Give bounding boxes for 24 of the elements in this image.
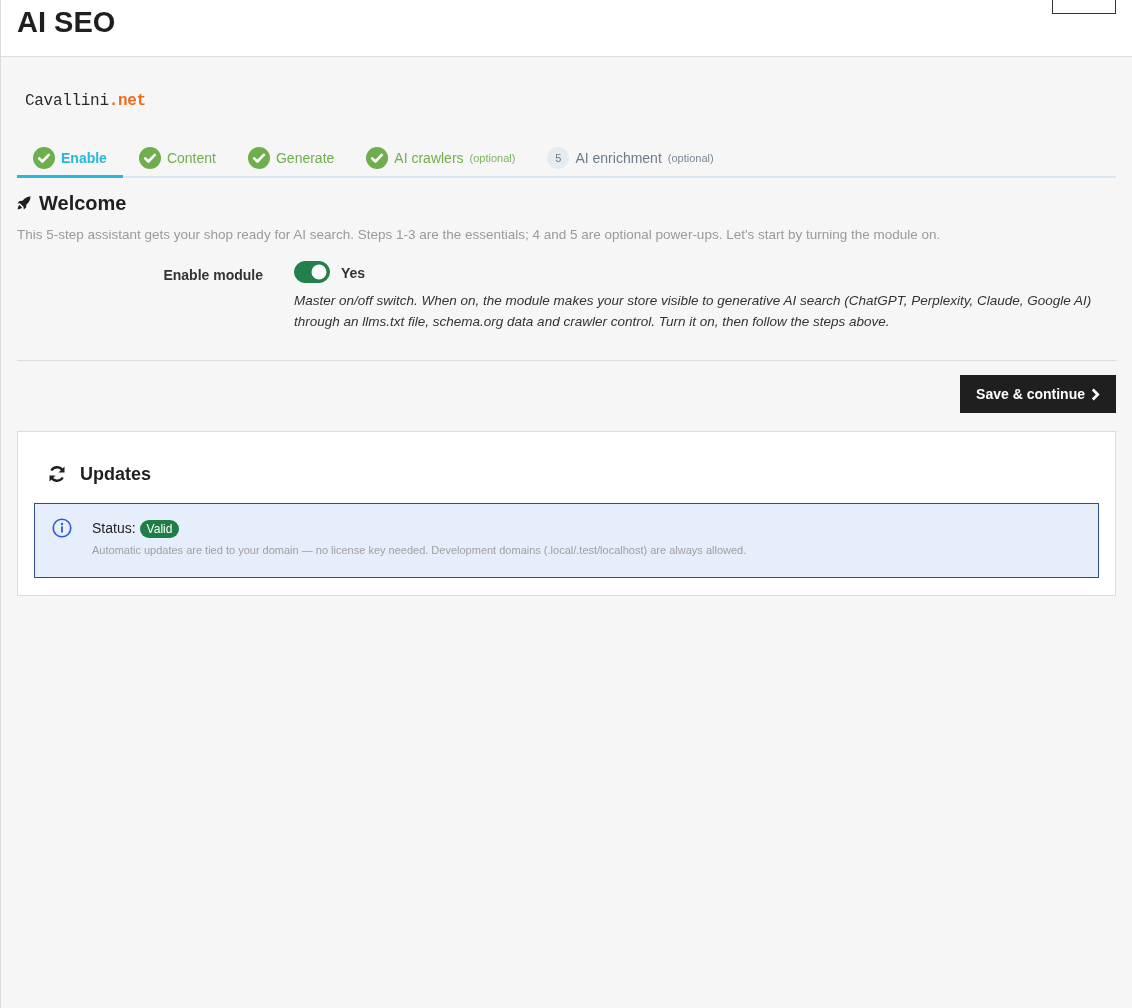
step-tab[interactable]: Generate <box>231 147 351 178</box>
step-number: 5 <box>547 147 570 169</box>
refresh-icon <box>48 465 66 484</box>
chevron-right-icon <box>1091 387 1100 401</box>
section-title: Updates <box>80 463 151 487</box>
info-icon <box>52 518 72 539</box>
step-tab[interactable]: Content <box>122 147 232 178</box>
rocket-icon <box>17 196 31 210</box>
step-tab[interactable]: Enable <box>17 147 123 178</box>
step-tab[interactable]: AI crawlers (optional) <box>350 147 532 178</box>
step-tab[interactable]: 5 AI enrichment (optional) <box>531 147 730 178</box>
status-label: Status: <box>92 519 136 539</box>
page-title: AI SEO <box>17 5 116 40</box>
header-button[interactable] <box>1052 0 1116 14</box>
info-text: Automatic updates are tied to your domain — no license key needed. Development domains (.local/.test/localhost) are always allowed. <box>92 543 747 559</box>
help-text: Master on/off switch. When on, the module makes your store visible to generative AI search (ChatGPT, Perplexity, Claude, Google AI) through an llms.txt file, schema.org data and crawler control. Turn it on, then follow the steps above. <box>294 292 1093 332</box>
status-badge: Valid <box>139 519 180 538</box>
brand-logo: Cavallini.net <box>25 91 146 111</box>
switch-state-label: Yes <box>341 263 366 283</box>
intro-text: This 5-step assistant gets your shop ready for AI search. Steps 1-3 are the essentials; 4 and 5 are optional power-ups. Let's start by turning the module on. <box>17 226 942 244</box>
section-title: Welcome <box>39 191 127 215</box>
save-continue-button[interactable]: Save & continue <box>960 375 1116 414</box>
field-label: Enable module <box>162 266 264 286</box>
toggle-switch[interactable] <box>294 261 330 284</box>
